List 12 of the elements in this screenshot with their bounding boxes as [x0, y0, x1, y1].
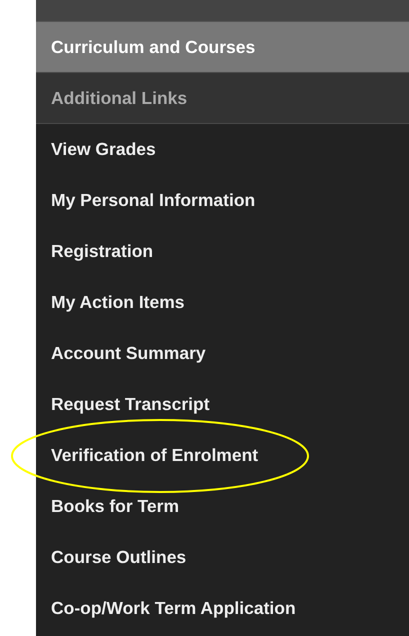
- menu-link[interactable]: My Personal Information: [51, 190, 256, 211]
- menu-link[interactable]: Request Transcript: [51, 394, 210, 415]
- menu-link[interactable]: Registration: [51, 241, 154, 262]
- menu-link[interactable]: Course Outlines: [51, 547, 186, 568]
- menu-link[interactable]: View Grades: [51, 139, 156, 160]
- menu-link[interactable]: My Action Items: [51, 292, 185, 313]
- menu-link[interactable]: Books for Term: [51, 496, 180, 517]
- menu-link[interactable]: Co-op/Work Term Application: [51, 598, 296, 619]
- section-header[interactable]: Additional Links: [36, 73, 409, 124]
- section-header[interactable]: Curriculum and Courses: [36, 22, 409, 73]
- menu-link[interactable]: Verification of Enrolment: [51, 445, 258, 466]
- menu-link[interactable]: Account Summary: [51, 343, 206, 364]
